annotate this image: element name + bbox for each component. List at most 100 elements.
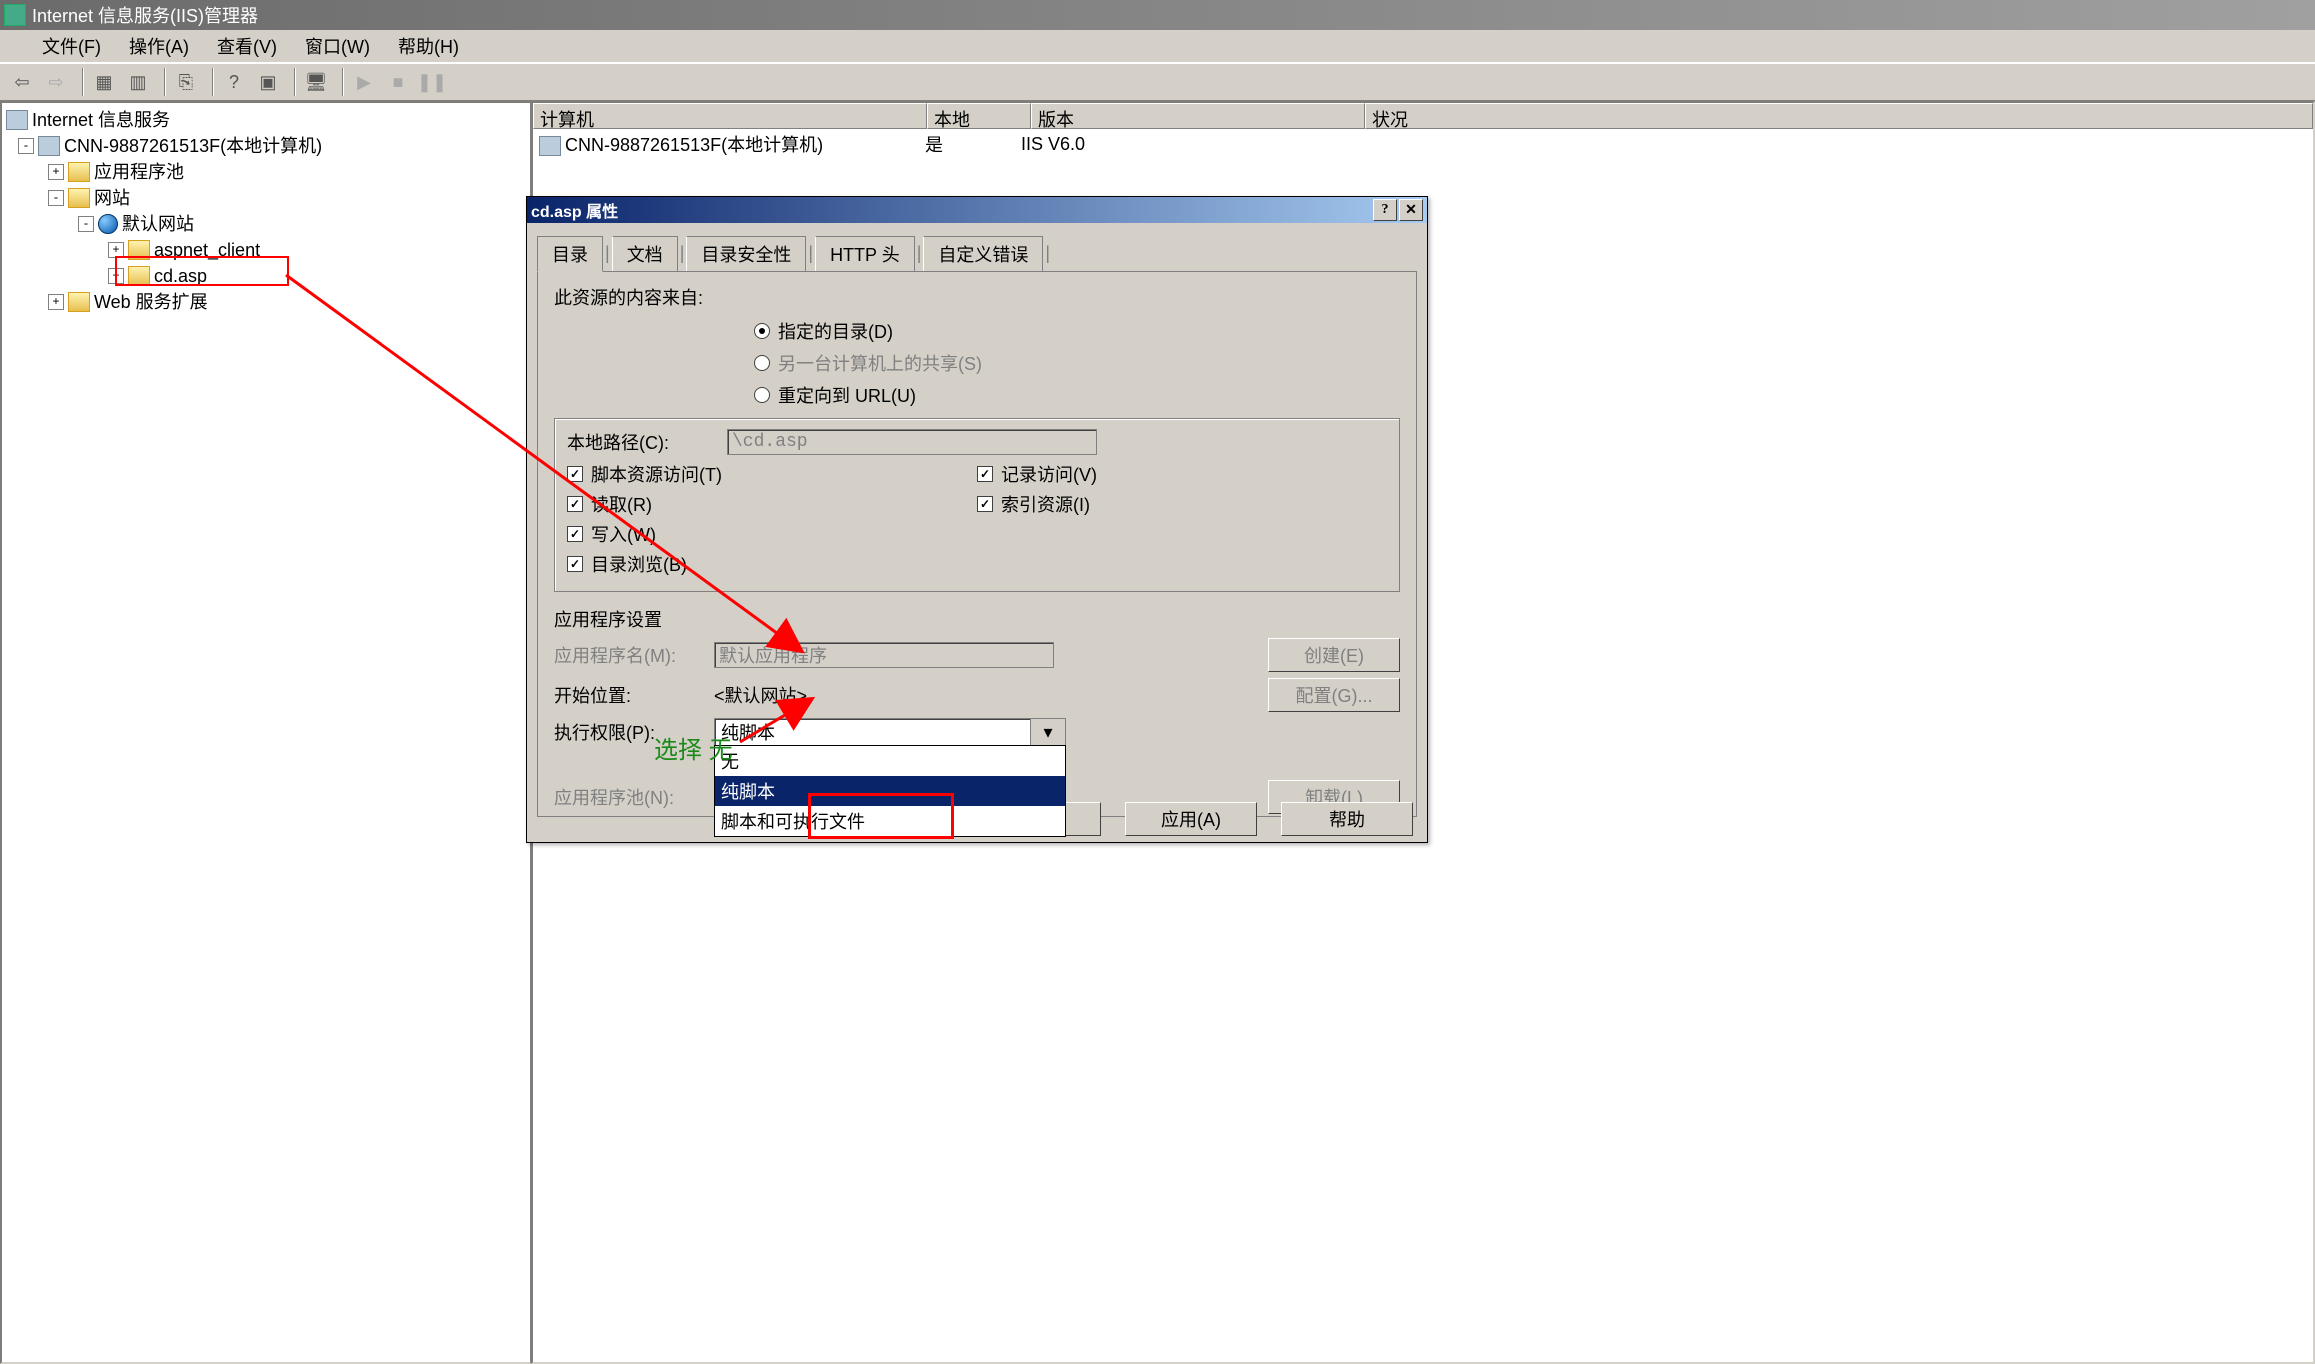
iis-icon: [6, 110, 28, 130]
perm-combo[interactable]: 纯脚本 ▾ 无 纯脚本 脚本和可执行文件: [714, 718, 1066, 746]
help-button[interactable]: 帮助: [1281, 802, 1413, 836]
folder-icon: [68, 292, 90, 312]
tabs: 目录 | 文档 | 目录安全性 | HTTP 头 | 自定义错误 |: [537, 235, 1417, 271]
col-local[interactable]: 本地: [927, 103, 1031, 129]
menu-action[interactable]: 操作(A): [129, 33, 189, 59]
expander-icon[interactable]: +: [48, 294, 64, 310]
checkbox-icon[interactable]: [567, 556, 583, 572]
chk-index[interactable]: 索引资源(I): [977, 491, 1387, 517]
chevron-down-icon[interactable]: ▾: [1030, 719, 1065, 745]
cell-computer: CNN-9887261513F(本地计算机): [565, 135, 823, 155]
window-titlebar: Internet 信息服务(IIS)管理器: [0, 0, 2315, 30]
tree-webext[interactable]: + Web 服务扩展: [6, 289, 526, 315]
perm-option-none[interactable]: 无: [715, 746, 1065, 776]
tree-root-label: Internet 信息服务: [32, 107, 170, 133]
help-button[interactable]: ?: [1373, 199, 1397, 221]
radio-icon[interactable]: [754, 323, 770, 339]
list-row[interactable]: CNN-9887261513F(本地计算机) 是 IIS V6.0: [533, 129, 2313, 159]
checkbox-icon[interactable]: [977, 496, 993, 512]
checkbox-icon[interactable]: [567, 526, 583, 542]
checkbox-icon[interactable]: [567, 466, 583, 482]
chk-read[interactable]: 读取(R): [567, 491, 977, 517]
tab-sec[interactable]: 目录安全性: [686, 236, 806, 272]
close-button[interactable]: ✕: [1399, 199, 1423, 221]
computer-icon: [539, 136, 561, 156]
back-icon[interactable]: ⇦: [8, 68, 36, 96]
tree-webext-label: Web 服务扩展: [94, 289, 208, 315]
chk-write[interactable]: 写入(W): [567, 521, 977, 547]
menu-view[interactable]: 查看(V): [217, 33, 277, 59]
pause-icon[interactable]: ❚❚: [418, 68, 446, 96]
source-label: 此资源的内容来自:: [554, 284, 1400, 310]
tree-cdasp-label: cd.asp: [154, 263, 207, 289]
menubar: 文件(F) 操作(A) 查看(V) 窗口(W) 帮助(H): [0, 30, 2315, 63]
computer-icon[interactable]: 🖥: [302, 68, 330, 96]
panes-icon[interactable]: ▥: [124, 68, 152, 96]
tree-apppool[interactable]: + 应用程序池: [6, 159, 526, 185]
expander-icon[interactable]: +: [108, 268, 124, 284]
cell-version: IIS V6.0: [1021, 134, 1347, 155]
annotation-green-text: 选择 无: [654, 730, 733, 765]
radio-icon: [754, 355, 770, 371]
run-icon[interactable]: ▣: [254, 68, 282, 96]
tree-root[interactable]: Internet 信息服务: [6, 107, 526, 133]
help-icon[interactable]: ?: [220, 68, 248, 96]
expander-icon[interactable]: -: [78, 216, 94, 232]
folder-icon: [128, 240, 150, 260]
expander-icon[interactable]: +: [108, 242, 124, 258]
tree-aspnet-label: aspnet_client: [154, 237, 260, 263]
tree-computer-label: CNN-9887261513F(本地计算机): [64, 133, 322, 159]
tree-sites[interactable]: - 网站: [6, 185, 526, 211]
col-computer[interactable]: 计算机: [533, 103, 927, 129]
list-header: 计算机 本地 版本 状况: [533, 103, 2313, 129]
checkbox-icon[interactable]: [567, 496, 583, 512]
tab-http[interactable]: HTTP 头: [815, 236, 915, 272]
folder-icon: [68, 162, 90, 182]
perm-option-script[interactable]: 纯脚本: [715, 776, 1065, 806]
tab-dir[interactable]: 目录: [537, 236, 603, 272]
window-title: Internet 信息服务(IIS)管理器: [32, 2, 258, 28]
app-icon-small: [10, 37, 28, 55]
tab-doc[interactable]: 文档: [612, 236, 678, 272]
play-icon[interactable]: ▶: [350, 68, 378, 96]
dialog-titlebar[interactable]: cd.asp 属性 ? ✕: [527, 197, 1427, 223]
chk-browse[interactable]: 目录浏览(B): [567, 551, 977, 577]
checkbox-icon[interactable]: [977, 466, 993, 482]
expander-icon[interactable]: +: [48, 164, 64, 180]
app-name-field: 默认应用程序: [714, 642, 1054, 668]
path-field[interactable]: \cd.asp: [727, 429, 1097, 455]
col-status[interactable]: 状况: [1365, 103, 2313, 129]
stop-icon[interactable]: ■: [384, 68, 412, 96]
radio-icon[interactable]: [754, 387, 770, 403]
menu-help[interactable]: 帮助(H): [398, 33, 459, 59]
tree-computer[interactable]: - CNN-9887261513F(本地计算机): [6, 133, 526, 159]
folder-icon: [68, 188, 90, 208]
tab-err[interactable]: 自定义错误: [923, 236, 1043, 272]
forward-icon[interactable]: ⇨: [42, 68, 70, 96]
col-version[interactable]: 版本: [1031, 103, 1365, 129]
folder-icon: [128, 266, 150, 286]
menu-file[interactable]: 文件(F): [42, 33, 101, 59]
cell-local: 是: [925, 131, 1021, 157]
expander-icon[interactable]: -: [18, 138, 34, 154]
chk-log[interactable]: 记录访问(V): [977, 461, 1387, 487]
dialog-title: cd.asp 属性: [531, 198, 618, 222]
tree-cdasp[interactable]: + cd.asp: [6, 263, 526, 289]
views-icon[interactable]: ▦: [90, 68, 118, 96]
chk-script[interactable]: 脚本资源访问(T): [567, 461, 977, 487]
app-icon: [4, 4, 26, 26]
tree-pane: Internet 信息服务 - CNN-9887261513F(本地计算机) +…: [0, 101, 531, 1364]
menu-window[interactable]: 窗口(W): [305, 33, 370, 59]
radio-redirect-row[interactable]: 重定向到 URL(U): [754, 382, 1400, 408]
export-icon[interactable]: ⎘: [172, 68, 200, 96]
tree-aspnet[interactable]: + aspnet_client: [6, 237, 526, 263]
perm-option-scriptexe[interactable]: 脚本和可执行文件: [715, 806, 1065, 836]
start-label: 开始位置:: [554, 682, 714, 708]
apply-button[interactable]: 应用(A): [1125, 802, 1257, 836]
expander-icon[interactable]: -: [48, 190, 64, 206]
radio-share-label: 另一台计算机上的共享(S): [778, 350, 982, 376]
radio-dir-row[interactable]: 指定的目录(D): [754, 318, 1400, 344]
tree-defaultsite[interactable]: - 默认网站: [6, 211, 526, 237]
create-button[interactable]: 创建(E): [1268, 638, 1400, 672]
radio-redirect-label: 重定向到 URL(U): [778, 382, 916, 408]
